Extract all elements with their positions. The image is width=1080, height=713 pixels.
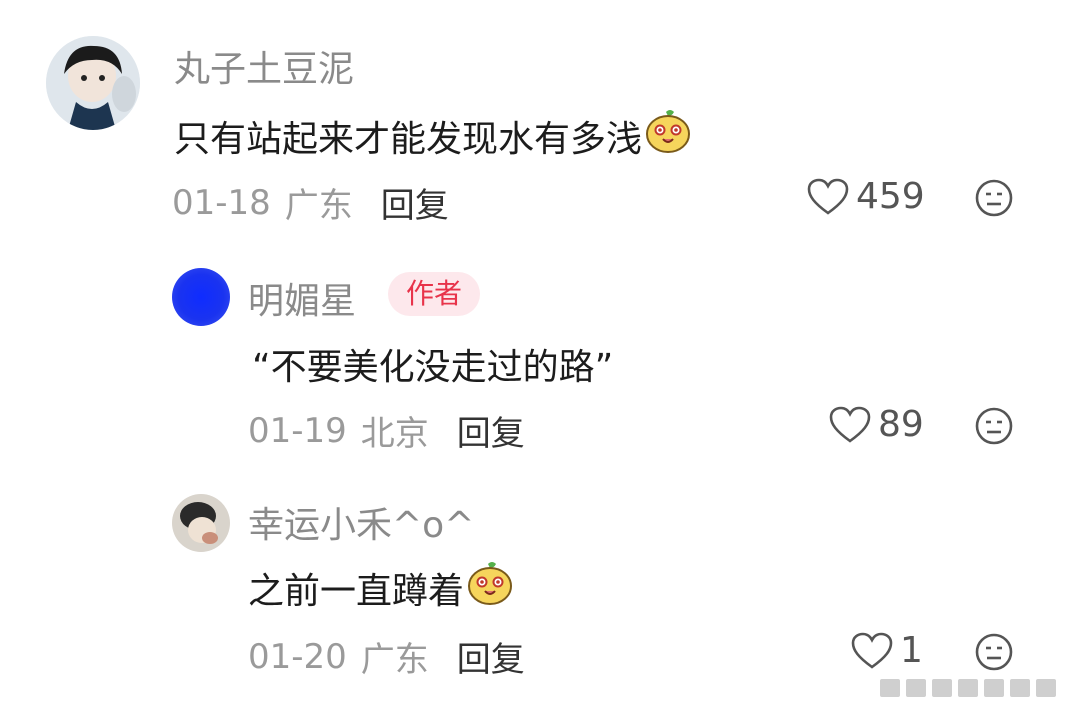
comment-location: 北京 [360, 414, 429, 454]
dislike-button[interactable] [974, 178, 1014, 222]
like-count: 1 [900, 630, 923, 671]
like-count: 89 [878, 404, 924, 445]
like-button[interactable]: 89 [828, 404, 924, 445]
heart-icon [807, 178, 849, 215]
dislike-button[interactable] [974, 406, 1014, 450]
dislike-button[interactable] [974, 632, 1014, 676]
comment-date: 01-18 [172, 182, 271, 223]
comment-location: 广东 [360, 640, 429, 680]
reply-button[interactable]: 回复 [381, 178, 449, 227]
avatar[interactable] [46, 36, 140, 130]
username[interactable]: 幸运小禾^o^ [248, 496, 474, 548]
heart-icon [829, 406, 871, 443]
username[interactable]: 丸子土豆泥 [174, 40, 354, 92]
comment-date: 01-20 [248, 636, 347, 677]
comment-meta: 01-19 北京 回复 [248, 406, 525, 455]
comment-meta: 01-20 广东 回复 [248, 632, 525, 681]
meh-face-icon [975, 407, 1013, 445]
like-count: 459 [856, 176, 925, 217]
user-photo-avatar-icon [46, 36, 140, 130]
comment-text: 之前一直蹲着 [248, 560, 514, 615]
comment-item: 丸子土豆泥 只有站起来才能发现水有多浅 01-18 广东 回复 459 [0, 0, 1080, 230]
comment-text-content: 只有站起来才能发现水有多浅 [174, 118, 643, 160]
heart-icon [851, 632, 893, 669]
comment-text: “不要美化没走过的路” [252, 338, 613, 390]
like-button[interactable]: 1 [850, 630, 923, 671]
comment-meta: 01-18 广东 回复 [172, 178, 449, 227]
watermark [880, 677, 1060, 699]
potato-face-emoji-icon [466, 560, 514, 615]
comment-date: 01-19 [248, 410, 347, 451]
meh-face-icon [975, 633, 1013, 671]
comment-text-content: 之前一直蹲着 [248, 570, 465, 612]
comment-text: 只有站起来才能发现水有多浅 [174, 108, 692, 163]
avatar[interactable] [172, 268, 230, 326]
author-badge: 作者 [388, 272, 481, 316]
meh-face-icon [975, 179, 1013, 217]
reply-button[interactable]: 回复 [457, 406, 525, 455]
potato-face-emoji-icon [644, 108, 692, 163]
reply-item: 明媚星 作者 “不要美化没走过的路” 01-19 北京 回复 89 [0, 230, 1080, 470]
comment-location: 广东 [284, 186, 353, 226]
like-button[interactable]: 459 [806, 176, 925, 217]
user-photo-avatar-icon [172, 494, 230, 552]
avatar[interactable] [172, 494, 230, 552]
username[interactable]: 明媚星 [248, 272, 356, 324]
reply-button[interactable]: 回复 [457, 632, 525, 681]
comment-text-content: “不要美化没走过的路” [252, 347, 614, 388]
